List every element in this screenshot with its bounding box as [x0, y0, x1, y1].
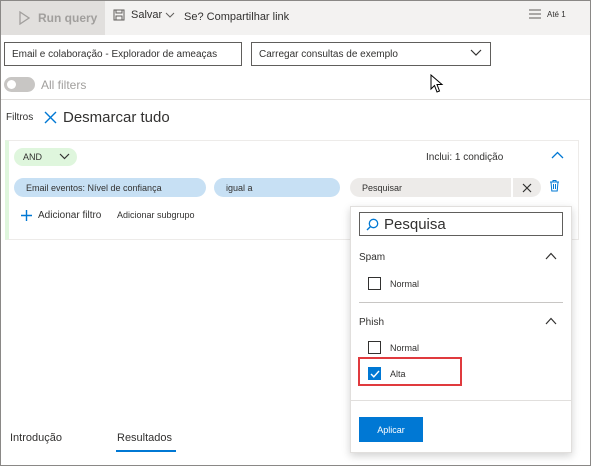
- chevron-down-icon: [165, 12, 175, 18]
- add-filter-label: Adicionar filtro: [38, 210, 102, 221]
- option-phish-normal[interactable]: Normal: [368, 341, 419, 354]
- save-label: Salvar: [131, 9, 163, 21]
- divider: [1, 99, 590, 100]
- clear-all-button[interactable]: Desmarcar tudo: [44, 109, 170, 126]
- explorer-select[interactable]: Email e colaboração - Explorador de amea…: [4, 42, 242, 66]
- highlight-box: [358, 357, 462, 386]
- condition-field-label: Email eventos: Nível de confiança: [26, 182, 162, 193]
- plus-icon: [21, 210, 32, 221]
- checkbox[interactable]: [368, 341, 381, 354]
- limit-label: Até 1: [547, 9, 566, 19]
- group-header-phish: Phish: [359, 317, 385, 328]
- save-icon: [113, 9, 125, 21]
- chevron-up-icon[interactable]: [545, 252, 557, 260]
- mouse-cursor-icon: [430, 74, 444, 93]
- all-filters-toggle-row: All filters: [4, 77, 86, 92]
- option-label: Normal: [390, 278, 420, 289]
- and-operator-label: AND: [23, 152, 43, 162]
- all-filters-label: All filters: [41, 77, 87, 92]
- tab-introducao[interactable]: Introdução: [10, 432, 62, 444]
- active-tab-indicator: [116, 450, 176, 452]
- run-query-label: Run query: [38, 11, 98, 25]
- clear-all-label: Desmarcar tudo: [63, 109, 170, 126]
- limit-control[interactable]: Até 1: [529, 9, 566, 19]
- group-header-spam: Spam: [359, 252, 386, 263]
- list-icon: [529, 9, 541, 19]
- clear-value-button[interactable]: [513, 178, 541, 197]
- trash-icon[interactable]: [549, 179, 560, 192]
- filters-label: Filtros: [6, 112, 34, 123]
- toolbar: Run query Salvar Se? Compartilhar link A…: [1, 1, 590, 35]
- chevron-up-icon[interactable]: [545, 317, 557, 325]
- checkbox[interactable]: [368, 277, 381, 290]
- search-icon: [366, 218, 379, 230]
- dropdown-search-text: Pesquisa: [384, 215, 446, 233]
- condition-count: Inclui: 1 condição: [426, 152, 504, 163]
- value-dropdown-panel: Pesquisa Spam Normal Phish Normal Alta A…: [350, 206, 572, 453]
- and-operator-dropdown[interactable]: AND: [14, 148, 77, 166]
- condition-operator-pill[interactable]: igual a: [214, 178, 340, 197]
- close-icon: [44, 111, 57, 124]
- explorer-select-value: Email e colaboração - Explorador de amea…: [12, 48, 218, 60]
- condition-field-pill[interactable]: Email eventos: Nível de confiança: [14, 178, 206, 197]
- example-queries-select[interactable]: Carregar consultas de exemplo: [251, 42, 491, 66]
- tab-resultados[interactable]: Resultados: [117, 432, 172, 444]
- option-spam-normal[interactable]: Normal: [368, 277, 419, 290]
- add-subgroup-button[interactable]: Adicionar subgrupo: [117, 210, 195, 220]
- option-label: Normal: [390, 342, 420, 353]
- condition-value-placeholder: Pesquisar: [362, 182, 403, 193]
- chevron-down-icon: [470, 49, 482, 56]
- save-button[interactable]: Salvar: [113, 9, 181, 21]
- add-filter-button[interactable]: Adicionar filtro: [20, 209, 101, 222]
- dropdown-search-input[interactable]: Pesquisa: [359, 212, 563, 236]
- example-queries-value: Carregar consultas de exemplo: [259, 48, 398, 60]
- all-filters-toggle[interactable]: [4, 77, 35, 92]
- chevron-down-icon: [59, 153, 70, 160]
- close-icon: [522, 183, 532, 192]
- apply-button[interactable]: Aplicar: [359, 417, 423, 442]
- chevron-up-icon[interactable]: [551, 151, 564, 159]
- divider: [359, 302, 563, 303]
- share-link-button[interactable]: Se? Compartilhar link: [184, 11, 289, 23]
- play-icon: [19, 11, 30, 25]
- condition-operator-label: igual a: [226, 182, 253, 193]
- run-query-button[interactable]: Run query: [1, 1, 105, 35]
- condition-value-input[interactable]: Pesquisar: [350, 178, 511, 197]
- divider: [351, 400, 571, 401]
